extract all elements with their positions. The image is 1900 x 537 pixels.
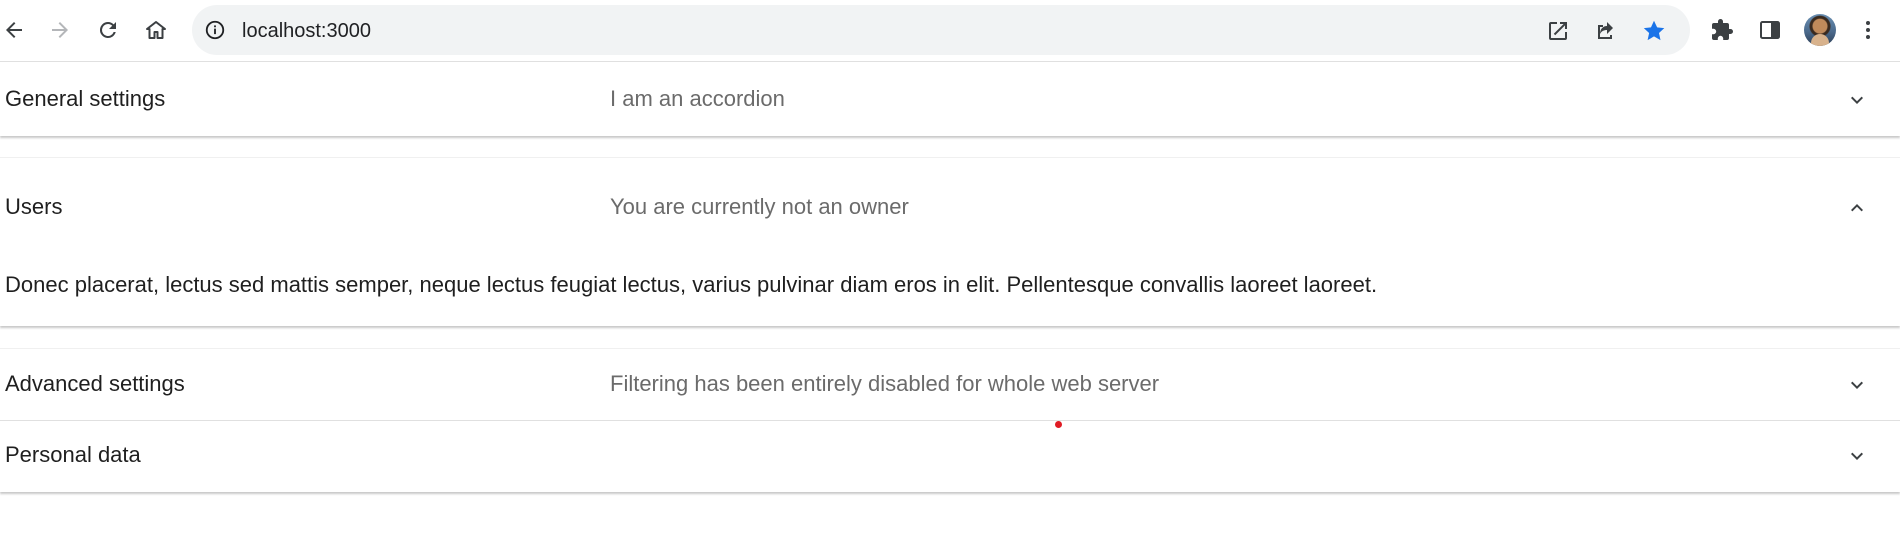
address-bar[interactable]: localhost:3000 (192, 5, 1690, 55)
panel-header-advanced-settings[interactable]: Advanced settings Filtering has been ent… (0, 349, 1900, 419)
panel-body-text: Donec placerat, lectus sed mattis semper… (5, 272, 1378, 297)
browser-menu-button[interactable] (1850, 12, 1886, 48)
share-button[interactable] (1592, 17, 1620, 45)
expand-button[interactable] (1845, 88, 1869, 112)
home-button[interactable] (138, 12, 174, 48)
panel-personal-data: Personal data (0, 421, 1900, 492)
chevron-up-icon (1851, 204, 1863, 212)
home-icon (146, 21, 166, 39)
back-button[interactable] (0, 12, 32, 48)
chevron-down-icon (1851, 96, 1863, 104)
expand-button[interactable] (1845, 444, 1869, 468)
star-icon (1643, 20, 1665, 41)
bookmark-button[interactable] (1640, 17, 1668, 45)
extensions-button[interactable] (1704, 12, 1740, 48)
arrow-left-icon (6, 22, 22, 38)
panel-users: Users You are currently not an owner Don… (0, 158, 1900, 326)
panel-header-users[interactable]: Users You are currently not an owner (0, 158, 1900, 228)
collapse-button[interactable] (1845, 196, 1869, 220)
panel-subtitle: I am an accordion (610, 86, 785, 111)
reload-button[interactable] (90, 12, 126, 48)
panel-subtitle: Filtering has been entirely disabled for… (610, 371, 1160, 396)
side-panel-icon (1760, 21, 1780, 39)
kebab-menu-icon (1866, 21, 1870, 39)
panel-header-personal-data[interactable]: Personal data (0, 421, 1900, 491)
browser-toolbar: localhost:3000 (0, 0, 1900, 60)
site-info-button[interactable] (202, 17, 228, 43)
chevron-down-icon (1851, 452, 1863, 460)
panel-title: Advanced settings (5, 371, 185, 396)
cursor-dot (1055, 421, 1062, 428)
open-in-new-icon (1549, 22, 1567, 40)
expand-button[interactable] (1845, 373, 1869, 397)
info-icon (205, 20, 225, 40)
chevron-down-icon (1851, 381, 1863, 389)
profile-avatar[interactable] (1804, 14, 1836, 46)
panel-title: Personal data (5, 442, 141, 467)
panel-subtitle: You are currently not an owner (610, 194, 909, 219)
forward-button[interactable] (42, 12, 78, 48)
url-text[interactable]: localhost:3000 (242, 20, 371, 43)
panel-title: Users (5, 194, 63, 219)
reload-icon (99, 21, 116, 38)
open-in-new-button[interactable] (1544, 17, 1572, 45)
panel-title: General settings (5, 86, 166, 111)
arrow-right-icon (52, 22, 68, 38)
panel-general-settings: General settings I am an accordion (0, 62, 1900, 136)
side-panel-button[interactable] (1752, 12, 1788, 48)
panel-header-general-settings[interactable]: General settings I am an accordion (0, 62, 1900, 132)
share-icon (1598, 22, 1613, 39)
panel-advanced-settings: Advanced settings Filtering has been ent… (0, 349, 1900, 420)
puzzle-icon (1712, 19, 1733, 40)
